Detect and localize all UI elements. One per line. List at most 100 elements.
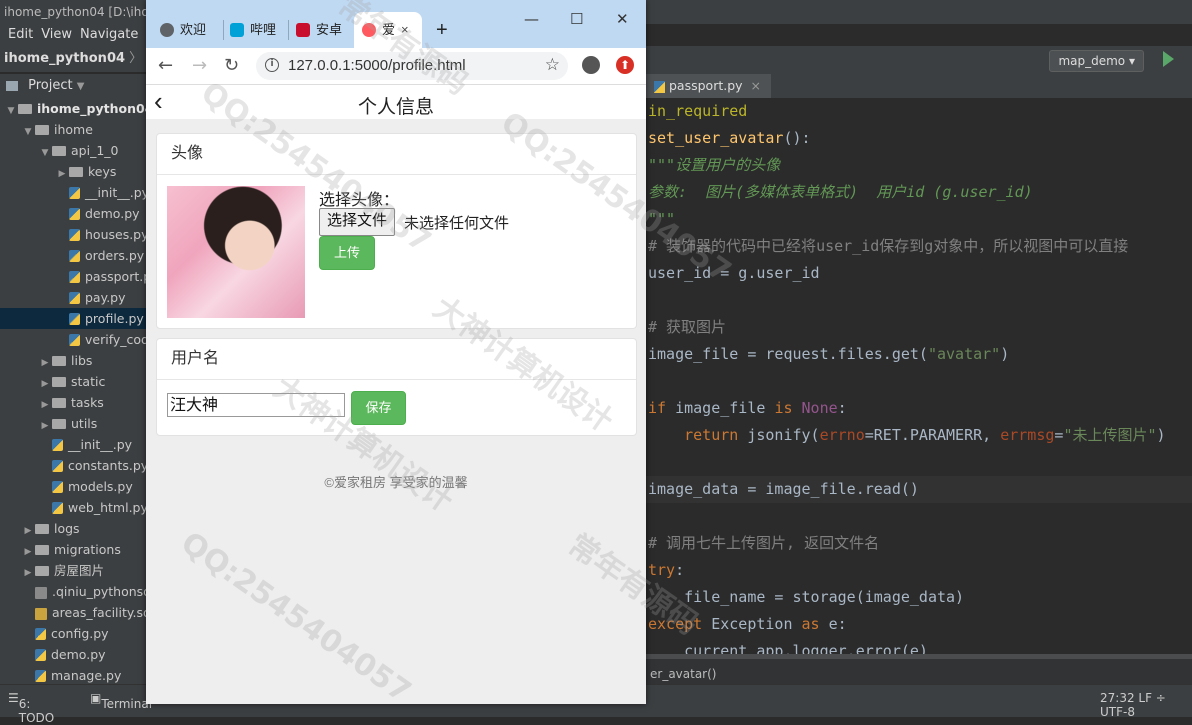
code-token: # 获取图片 [648,318,727,336]
run-icon[interactable] [1163,51,1174,67]
browser-tab-active[interactable]: 爱 × [354,12,422,48]
forward-arrow-icon[interactable]: → [192,56,207,76]
tree-item[interactable]: __init__.py [0,434,150,455]
code-token: user_id = g.user_id [648,264,820,282]
tree-item[interactable]: ▶ 房屋图片 [0,560,150,581]
code-token: # 调用七牛上传图片, 返回文件名 [648,534,880,552]
folder-icon [69,166,83,177]
tree-item[interactable]: orders.py [0,245,150,266]
code-token: as [801,615,829,633]
menu-view[interactable]: View [41,27,72,42]
tree-item[interactable]: .qiniu_pythonsdk [0,581,150,602]
save-button[interactable]: 保存 [351,391,406,425]
close-icon[interactable]: × [751,78,761,93]
code-editor[interactable]: in_required set_user_avatar(): """设置用户的头像参… [646,98,1192,654]
todo-tool-button[interactable]: ☰ 6: TODO [8,691,54,725]
python-file-icon [69,291,80,304]
tree-item[interactable]: web_html.py [0,497,150,518]
tree-item[interactable]: ▶ static [0,371,150,392]
tree-item[interactable]: demo.py [0,644,150,665]
close-icon[interactable]: × [401,22,409,37]
extension-icon[interactable]: ⬆ [616,56,634,74]
browser-tab-android[interactable]: 安卓 [296,12,348,48]
tree-item[interactable]: ▶ tasks [0,392,150,413]
browser-window: 欢迎 哔哩 安卓 爱 × + — ☐ ✕ ← → ↻ i 127.0.0.1:50… [146,0,646,704]
web-page: ‹ 个人信息 头像 选择头像： 选择文件 未选择任何文件 上传 用户名 汪大神 … [146,85,646,704]
tree-item[interactable]: ▼ ihome [0,119,150,140]
tree-item[interactable]: ▶ migrations [0,539,150,560]
code-line: except Exception as e: [648,611,847,638]
tree-item-label: pay.py [85,290,126,305]
tree-item[interactable]: profile.py [0,308,150,329]
tree-item[interactable]: ▶ keys [0,161,150,182]
terminal-tool-button[interactable]: ▣ Terminal [90,691,152,711]
upload-button[interactable]: 上传 [319,236,375,270]
python-file-icon [69,207,80,220]
tree-item[interactable]: ▶ utils [0,413,150,434]
folder-icon [35,565,49,576]
code-token: try [648,561,676,579]
tree-item-label: verify_code.py [85,332,150,347]
project-header-label[interactable]: Project [28,78,72,93]
ide-menu-bar: Edit View Navigate [0,24,150,46]
maximize-icon[interactable]: ☐ [570,10,583,28]
close-window-icon[interactable]: ✕ [616,10,629,28]
url-text: 127.0.0.1:5000/profile.html [288,57,466,74]
code-token: current_app.logger.error(e) [648,642,928,654]
editor-tab-passport[interactable]: passport.py × [646,74,772,98]
info-icon[interactable]: i [265,58,279,72]
tree-item-label: migrations [54,542,121,557]
back-arrow-icon[interactable]: ← [158,56,173,76]
tree-item[interactable]: config.py [0,623,150,644]
tree-item-label: ihome_python04 [37,101,150,116]
tree-item[interactable]: passport.py [0,266,150,287]
tree-item[interactable]: ▶ logs [0,518,150,539]
tree-item[interactable]: constants.py [0,455,150,476]
tree-item-label: models.py [68,479,133,494]
choose-file-button[interactable]: 选择文件 [319,208,396,236]
tree-item[interactable]: verify_code.py [0,329,150,350]
code-token: : [837,399,847,417]
tree-item[interactable]: ▼ api_1_0 [0,140,150,161]
python-file-icon [69,312,80,325]
tree-item[interactable]: models.py [0,476,150,497]
browser-tab-bilibili[interactable]: 哔哩 [230,12,282,48]
reload-icon[interactable]: ↻ [224,56,239,76]
code-token: is [774,399,802,417]
code-token: return [648,426,748,444]
code-line: if image_file is None: [648,395,847,422]
browser-toolbar: ← → ↻ i 127.0.0.1:5000/profile.html ☆ ⬆ [146,48,646,85]
nav-project[interactable]: ihome_python04 [4,51,125,66]
ide-title-text: ihome_python04 [D:\ihome [4,5,168,19]
menu-edit[interactable]: Edit [8,27,33,42]
tree-item-label: demo.py [51,647,106,662]
tree-item[interactable]: __init__.py [0,182,150,203]
tree-item[interactable]: ▼ ihome_python04 [0,98,150,119]
tree-item[interactable]: areas_facility.sql [0,602,150,623]
minimize-icon[interactable]: — [524,10,539,28]
tree-item[interactable]: ▶ libs [0,350,150,371]
bookmark-star-icon[interactable]: ☆ [545,55,560,75]
python-file-icon [69,186,80,199]
address-bar[interactable]: i 127.0.0.1:5000/profile.html ☆ [256,52,568,80]
text-file-icon [35,586,47,599]
code-token: 参数: 图片(多媒体表单格式) 用户id (g.user_id) [648,183,1033,201]
profile-icon[interactable] [582,56,600,74]
username-input[interactable]: 汪大神 [167,393,345,417]
new-tab-button[interactable]: + [436,12,448,48]
tree-item[interactable]: houses.py [0,224,150,245]
folder-icon [52,145,66,156]
menu-navigate[interactable]: Navigate [80,27,138,42]
python-file-icon [69,270,80,283]
tree-item[interactable]: manage.py [0,665,150,684]
code-token: errno [819,426,865,444]
folder-icon [35,124,49,135]
tree-item[interactable]: pay.py [0,287,150,308]
tree-item-label: __init__.py [68,437,133,452]
tree-item[interactable]: demo.py [0,203,150,224]
run-config-select[interactable]: map_demo ▾ [1049,50,1144,72]
globe-icon [160,22,174,37]
browser-tab-welcome[interactable]: 欢迎 [160,12,220,48]
chevron-down-icon[interactable]: ▼ [77,81,85,92]
new-tab-icon: + [436,19,448,41]
